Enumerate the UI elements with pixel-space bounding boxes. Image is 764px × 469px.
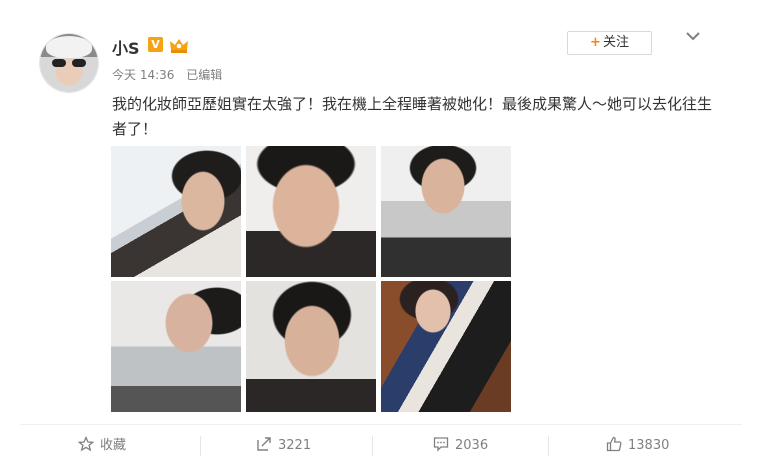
photo-5[interactable]: [246, 281, 376, 412]
plus-icon: +: [590, 35, 601, 50]
comment-icon: [433, 437, 449, 452]
author-name[interactable]: 小S: [112, 35, 140, 59]
photo-3[interactable]: [381, 146, 511, 277]
post-time[interactable]: 今天 14:36: [112, 68, 174, 82]
verified-badge-icon[interactable]: V: [148, 37, 163, 52]
like-button[interactable]: 13830: [606, 433, 669, 459]
star-icon: [77, 435, 95, 452]
repost-count: 3221: [278, 438, 312, 453]
thumbs-up-icon: [606, 436, 622, 452]
edited-label[interactable]: 已编辑: [186, 68, 222, 82]
chevron-down-icon[interactable]: [685, 30, 701, 42]
avatar-hat: [46, 36, 92, 58]
footer-separator: [372, 436, 373, 456]
post-meta: 今天 14:36 已编辑: [112, 66, 230, 83]
repost-icon: [257, 437, 271, 451]
like-count: 13830: [628, 438, 670, 453]
vip-crown-icon[interactable]: [168, 36, 190, 54]
repost-button[interactable]: 3221: [256, 433, 311, 459]
follow-button[interactable]: + 关注: [567, 31, 652, 55]
footer-separator: [200, 436, 201, 456]
footer-separator: [548, 436, 549, 456]
comment-count: 2036: [455, 438, 489, 453]
follow-label: 关注: [602, 35, 629, 50]
footer-divider: [20, 424, 742, 425]
photo-2[interactable]: [246, 146, 376, 277]
photo-1[interactable]: [111, 146, 241, 277]
photo-6[interactable]: [381, 281, 511, 412]
favorite-label: 收藏: [100, 438, 127, 453]
comment-button[interactable]: 2036: [433, 433, 488, 459]
post-text: 我的化妝師亞歷姐實在太強了！我在機上全程睡著被她化！最後成果驚人～她可以去化往生…: [112, 95, 713, 138]
avatar[interactable]: [40, 34, 98, 92]
favorite-button[interactable]: 收藏: [77, 433, 127, 459]
weibo-post-card: 小S V 今天 14:36 已编辑 + 关注 我的化妝師亞歷姐實在太強了！我在機上…: [0, 0, 764, 469]
avatar-glasses: [52, 59, 86, 67]
photo-4[interactable]: [111, 281, 241, 412]
